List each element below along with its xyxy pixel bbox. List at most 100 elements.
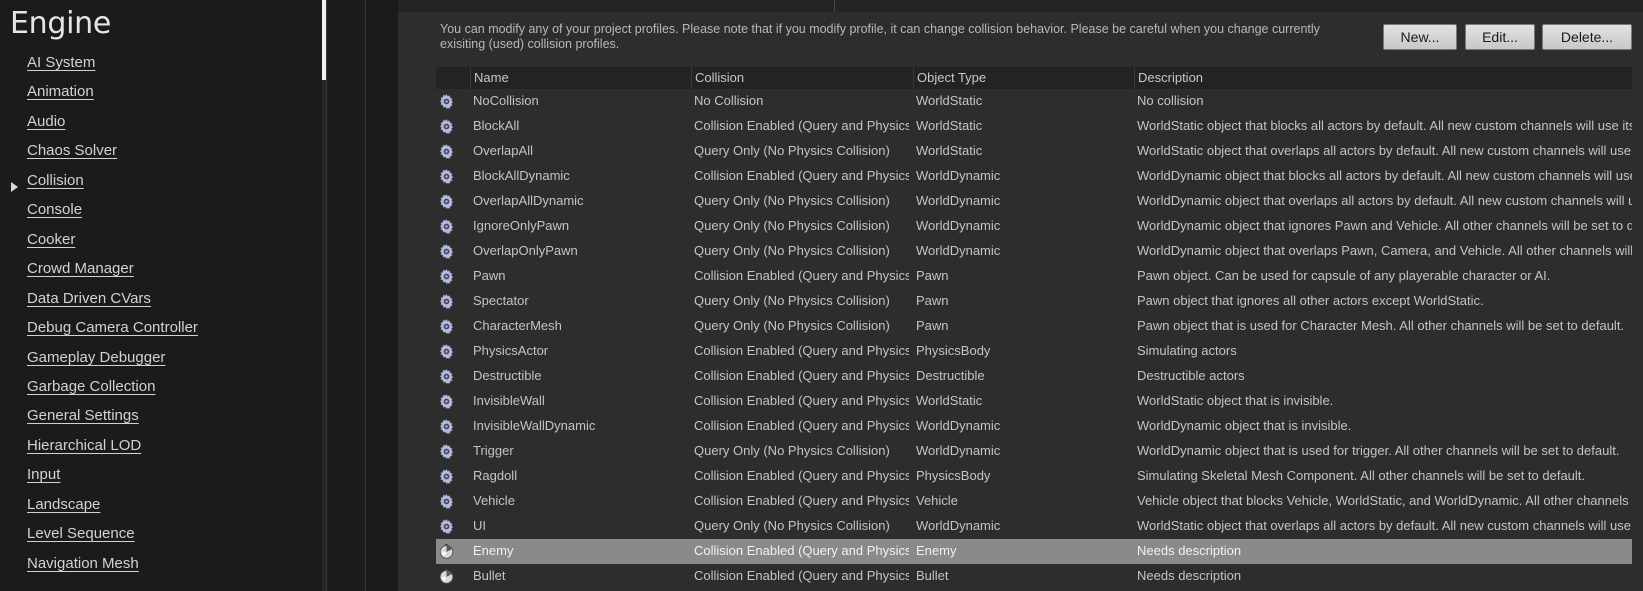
profile-name-cell: Ragdoll xyxy=(473,468,518,483)
profile-name-cell: OverlapAll xyxy=(473,143,533,158)
column-header-object-type[interactable]: Object Type xyxy=(913,67,1135,89)
gear-icon xyxy=(438,243,455,260)
table-row[interactable]: Vehicle Collision Enabled (Query and Phys… xyxy=(436,489,1632,514)
description-cell: WorldDynamic object that ignores Pawn an… xyxy=(1137,218,1632,233)
table-row[interactable]: NoCollision No Collision WorldStatic No col… xyxy=(436,89,1632,114)
collision-cell: Query Only (No Physics Collision) xyxy=(694,193,890,208)
gear-icon xyxy=(438,493,455,510)
table-row[interactable]: Pawn Collision Enabled (Query and Physics… xyxy=(436,264,1632,289)
new-profile-button[interactable]: New... xyxy=(1383,24,1457,50)
settings-sidebar: Engine AI System Animation Audio Chaos Solv… xyxy=(0,0,331,591)
edit-profile-button[interactable]: Edit... xyxy=(1465,24,1535,50)
collision-profiles-panel: You can modify any of your project profi… xyxy=(398,0,1643,591)
column-header-name[interactable]: Name xyxy=(470,67,692,89)
table-row[interactable]: CharacterMesh Query Only (No Physics Coll… xyxy=(436,314,1632,339)
description-cell: WorldDynamic object that is invisible. xyxy=(1137,418,1352,433)
sidebar-item-debug-camera-controller[interactable]: Debug Camera Controller xyxy=(27,319,198,336)
sidebar-item-garbage-collection[interactable]: Garbage Collection xyxy=(27,378,155,395)
sidebar-item-crowd-manager[interactable]: Crowd Manager xyxy=(27,260,134,277)
profile-name-cell: CharacterMesh xyxy=(473,318,562,333)
gear-icon xyxy=(438,293,455,310)
profile-name-cell: InvisibleWallDynamic xyxy=(473,418,596,433)
gear-icon xyxy=(438,368,455,385)
collision-cell: Collision Enabled (Query and Physics) xyxy=(694,418,909,433)
object-type-cell: PhysicsBody xyxy=(916,468,991,483)
profile-name-cell: Trigger xyxy=(473,443,514,458)
gear-icon xyxy=(438,443,455,460)
table-row[interactable]: BlockAll Collision Enabled (Query and Phy… xyxy=(436,114,1632,139)
table-row[interactable]: IgnoreOnlyPawn Query Only (No Physics Col… xyxy=(436,214,1632,239)
column-header-collision[interactable]: Collision xyxy=(691,67,913,89)
object-type-cell: WorldDynamic xyxy=(916,418,1001,433)
sidebar-item-audio[interactable]: Audio xyxy=(27,113,65,130)
expand-arrow-icon[interactable] xyxy=(11,182,18,192)
gear-icon xyxy=(438,518,455,535)
table-row[interactable]: OverlapAll Query Only (No Physics Collisi… xyxy=(436,139,1632,164)
sidebar-item-gameplay-debugger[interactable]: Gameplay Debugger xyxy=(27,349,165,366)
object-type-cell: WorldDynamic xyxy=(916,193,1001,208)
object-type-cell: WorldStatic xyxy=(916,143,983,158)
table-row[interactable]: PhysicsActor Collision Enabled (Query and… xyxy=(436,339,1632,364)
sidebar-item-general-settings[interactable]: General Settings xyxy=(27,407,139,424)
profile-name-cell: UI xyxy=(473,518,486,533)
description-cell: WorldStatic object that overlaps all act… xyxy=(1137,143,1632,158)
sidebar-item-ai-system[interactable]: AI System xyxy=(27,54,95,71)
table-row[interactable]: InvisibleWall Collision Enabled (Query an… xyxy=(436,389,1632,414)
collision-cell: Collision Enabled (Query and Physics) xyxy=(694,393,909,408)
object-type-cell: Pawn xyxy=(916,293,949,308)
sidebar-item-chaos-solver[interactable]: Chaos Solver xyxy=(27,142,117,159)
sidebar-item-cooker[interactable]: Cooker xyxy=(27,231,75,248)
collision-profiles-table: Name Collision Object Type Description N… xyxy=(436,67,1632,589)
table-row[interactable]: BlockAllDynamic Collision Enabled (Query … xyxy=(436,164,1632,189)
object-type-cell: Enemy xyxy=(916,543,957,558)
collision-cell: Query Only (No Physics Collision) xyxy=(694,518,890,533)
table-row[interactable]: UI Query Only (No Physics Collision) World… xyxy=(436,514,1632,539)
sidebar-item-navigation-mesh[interactable]: Navigation Mesh xyxy=(27,555,139,572)
description-cell: Simulating actors xyxy=(1137,343,1237,358)
sidebar-item-data-driven-cvars[interactable]: Data Driven CVars xyxy=(27,290,151,307)
sidebar-item-console[interactable]: Console xyxy=(27,201,82,218)
table-row[interactable]: Bullet Collision Enabled (Query and Physi… xyxy=(436,564,1632,589)
object-type-cell: WorldStatic xyxy=(916,93,983,108)
table-row[interactable]: OverlapOnlyPawn Query Only (No Physics Co… xyxy=(436,239,1632,264)
description-cell: WorldDynamic object that overlaps all ac… xyxy=(1137,193,1632,208)
collision-cell: No Collision xyxy=(694,93,764,108)
collision-cell: Query Only (No Physics Collision) xyxy=(694,293,890,308)
table-header: Name Collision Object Type Description xyxy=(436,67,1632,89)
description-cell: Needs description xyxy=(1137,543,1242,558)
sidebar-item-hierarchical-lod[interactable]: Hierarchical LOD xyxy=(27,437,141,454)
description-cell: No collision xyxy=(1137,93,1204,108)
table-row[interactable]: Spectator Query Only (No Physics Collisio… xyxy=(436,289,1632,314)
collision-cell: Collision Enabled (Query and Physics) xyxy=(694,368,909,383)
sidebar-item-input[interactable]: Input xyxy=(27,466,60,483)
sidebar-item-animation[interactable]: Animation xyxy=(27,83,94,100)
table-row[interactable]: Ragdoll Collision Enabled (Query and Phys… xyxy=(436,464,1632,489)
table-row[interactable]: OverlapAllDynamic Query Only (No Physics … xyxy=(436,189,1632,214)
sidebar-item-landscape[interactable]: Landscape xyxy=(27,496,100,513)
profile-name-cell: Pawn xyxy=(473,268,506,283)
gear-icon xyxy=(438,268,455,285)
profile-name-cell: Destructible xyxy=(473,368,542,383)
profile-name-cell: OverlapOnlyPawn xyxy=(473,243,578,258)
table-body: NoCollision No Collision WorldStatic No col… xyxy=(436,89,1632,589)
object-type-cell: WorldDynamic xyxy=(916,443,1001,458)
sidebar-item-level-sequence[interactable]: Level Sequence xyxy=(27,525,135,542)
table-row[interactable]: InvisibleWallDynamic Collision Enabled (Q… xyxy=(436,414,1632,439)
splitter-strip xyxy=(327,0,365,591)
object-type-cell: Pawn xyxy=(916,318,949,333)
table-row[interactable]: Enemy Collision Enabled (Query and Physic… xyxy=(436,539,1632,564)
column-header-description[interactable]: Description xyxy=(1134,67,1632,89)
gear-icon xyxy=(438,343,455,360)
collision-cell: Query Only (No Physics Collision) xyxy=(694,143,890,158)
description-cell: Pawn object that is used for Character M… xyxy=(1137,318,1625,333)
table-row[interactable]: Trigger Query Only (No Physics Collision)… xyxy=(436,439,1632,464)
profile-name-cell: Bullet xyxy=(473,568,506,583)
table-row[interactable]: Destructible Collision Enabled (Query and… xyxy=(436,364,1632,389)
sidebar-item-collision[interactable]: Collision xyxy=(27,172,84,189)
delete-profile-button[interactable]: Delete... xyxy=(1542,24,1632,50)
object-type-cell: Pawn xyxy=(916,268,949,283)
gear-icon xyxy=(438,193,455,210)
collision-cell: Collision Enabled (Query and Physics) xyxy=(694,168,909,183)
description-cell: Destructible actors xyxy=(1137,368,1245,383)
description-cell: WorldStatic object that overlaps all act… xyxy=(1137,518,1632,533)
